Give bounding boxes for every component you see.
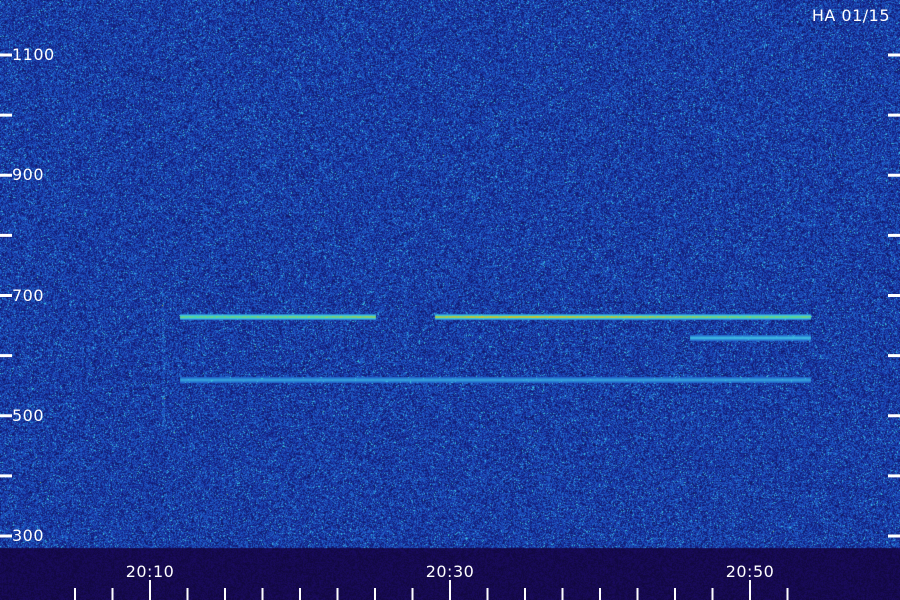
y-tick-label: 300 bbox=[12, 526, 45, 545]
y-tick-label: 900 bbox=[12, 165, 45, 185]
x-tick-label: 20:50 bbox=[725, 562, 775, 581]
y-tick-label: 500 bbox=[12, 405, 45, 425]
y-tick-label: 700 bbox=[12, 285, 45, 305]
tick-marks bbox=[0, 53, 900, 600]
station-date-stamp: HA 01/15 bbox=[811, 6, 890, 25]
y-tick-label: 1100 bbox=[12, 45, 55, 64]
chart-overlay: 300 500 700 900 1100 20:10 20:30 20:50 HA 01/1… bbox=[0, 0, 900, 600]
x-tick-label: 20:10 bbox=[125, 562, 175, 581]
x-tick-label: 20:30 bbox=[425, 562, 475, 581]
